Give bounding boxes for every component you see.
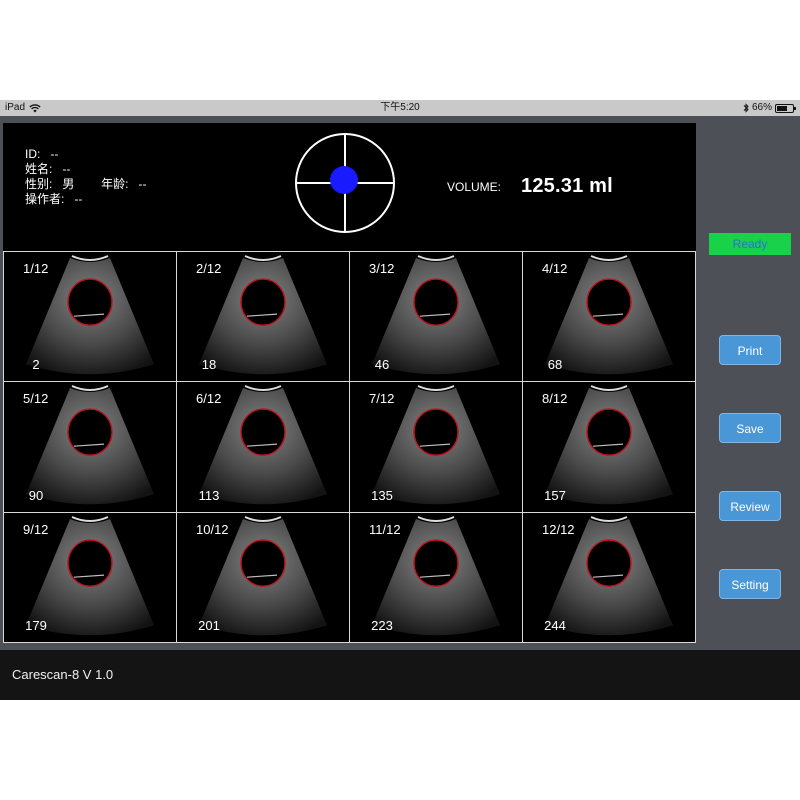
patient-name-row: 姓名: -- (25, 162, 146, 177)
scan-tile[interactable]: 8/12 157 (523, 382, 696, 513)
scan-index-label: 8/12 (542, 391, 568, 407)
patient-info: ID: -- 姓名: -- 性别: 男 年龄: -- 操作者: -- (25, 147, 146, 207)
scan-tile[interactable]: 3/12 46 (350, 252, 523, 383)
scan-grid: 1/12 2 2/12 18 3/12 46 4/12 68 5/12 90 6/12 113 7/12… (3, 251, 696, 643)
scan-frame-number: 157 (544, 487, 566, 503)
operator-label: 操作者: (25, 192, 65, 206)
save-button[interactable]: Save (719, 413, 781, 443)
status-time: 下午5:20 (380, 102, 420, 113)
info-header: ID: -- 姓名: -- 性别: 男 年龄: -- 操作者: -- VOLUM… (3, 123, 696, 251)
probe-position-dot (330, 166, 358, 194)
volume-label: VOLUME: (447, 179, 502, 194)
scan-frame-number: 201 (198, 617, 220, 633)
scan-tile[interactable]: 12/12 244 (523, 512, 696, 643)
scan-frame-number: 2 (32, 357, 40, 373)
scan-index-label: 1/12 (23, 261, 49, 276)
scan-tile[interactable]: 9/12 179 (4, 512, 177, 643)
scan-index-label: 10/12 (196, 521, 229, 537)
patient-id-label: ID: (25, 147, 41, 161)
scan-index-label: 11/12 (369, 521, 401, 537)
scan-frame-number: 179 (25, 617, 47, 633)
setting-button[interactable]: Setting (719, 569, 781, 599)
scan-frame-number: 46 (374, 357, 390, 373)
scan-tile[interactable]: 1/12 2 (4, 252, 177, 383)
side-panel: Ready Print Save Review Setting (696, 116, 800, 650)
battery-percent: 66% (751, 102, 772, 113)
scan-index-label: 12/12 (542, 521, 575, 537)
scan-index-label: 3/12 (369, 261, 395, 276)
patient-age-label: 年龄: (101, 177, 129, 191)
operator-value: -- (74, 192, 83, 206)
scan-frame-number: 18 (201, 357, 217, 373)
patient-name-value: -- (62, 162, 71, 176)
scan-tile[interactable]: 7/12 135 (350, 382, 523, 513)
scan-index-label: 9/12 (23, 521, 49, 537)
scan-tile[interactable]: 11/12 223 (350, 512, 523, 643)
work-area: ID: -- 姓名: -- 性别: 男 年龄: -- 操作者: -- VOLUM… (3, 123, 696, 643)
operator-row: 操作者: -- (25, 192, 146, 207)
patient-sex-row: 性别: 男 年龄: -- (25, 177, 146, 192)
scan-index-label: 5/12 (23, 391, 49, 407)
scan-index-label: 4/12 (542, 261, 568, 276)
battery-icon (775, 103, 796, 113)
volume-value: 125.31 ml (521, 175, 613, 197)
bluetooth-icon (743, 103, 749, 113)
scan-index-label: 6/12 (196, 391, 222, 407)
scan-tile[interactable]: 5/12 90 (4, 382, 177, 513)
scan-tile[interactable]: 10/12 201 (177, 512, 350, 643)
patient-sex-value: 男 (62, 177, 75, 191)
scan-frame-number: 113 (198, 487, 220, 503)
patient-age-value: -- (138, 177, 147, 191)
volume-readout: VOLUME: 125.31 ml (447, 175, 613, 198)
patient-id-row: ID: -- (25, 147, 146, 162)
scan-frame-number: 68 (547, 357, 563, 373)
scan-frame-number: 135 (371, 487, 393, 503)
scan-index-label: 7/12 (369, 391, 395, 407)
scan-index-label: 2/12 (196, 261, 222, 276)
scan-tile[interactable]: 2/12 18 (177, 252, 350, 383)
scan-tile[interactable]: 4/12 68 (523, 252, 696, 383)
ios-status-bar: iPad 下午5:20 66% (0, 100, 800, 116)
print-button[interactable]: Print (719, 335, 781, 365)
scan-frame-number: 244 (544, 617, 566, 633)
scan-tile[interactable]: 6/12 113 (177, 382, 350, 513)
app-screen: iPad 下午5:20 66% ID: -- 姓名: -- 性别: 男 年龄: … (0, 100, 800, 700)
status-badge: Ready (709, 233, 791, 255)
patient-sex-label: 性别: (25, 177, 53, 191)
review-button[interactable]: Review (719, 491, 781, 521)
scan-frame-number: 90 (28, 487, 44, 503)
app-version-label: Carescan-8 V 1.0 (12, 667, 114, 682)
scan-frame-number: 223 (371, 617, 393, 633)
crosshair-target-icon (295, 133, 395, 233)
footer-bar: Carescan-8 V 1.0 (0, 650, 800, 700)
patient-id-value: -- (50, 147, 59, 161)
patient-name-label: 姓名: (25, 162, 53, 176)
